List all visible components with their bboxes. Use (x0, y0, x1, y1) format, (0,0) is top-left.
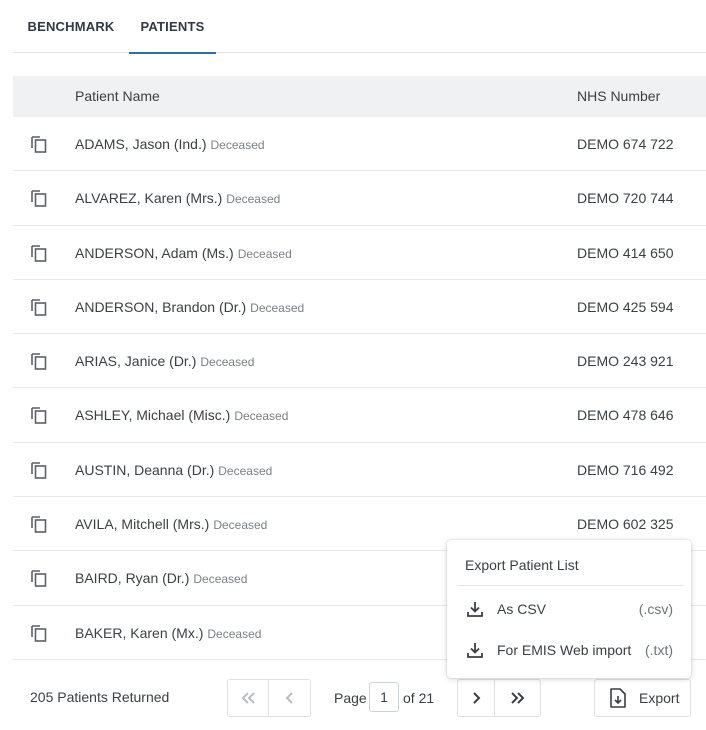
export-emis-extension: (.txt) (645, 642, 673, 658)
chevron-right-icon (473, 692, 481, 704)
column-header-patient-name[interactable]: Patient Name (75, 88, 160, 104)
patient-status: Deceased (210, 138, 265, 152)
patient-name-text: ARIAS, Janice (Dr.) (75, 353, 197, 370)
last-page-button[interactable] (494, 679, 541, 717)
patient-name[interactable]: ASHLEY, Michael (Misc.) Deceased (75, 407, 288, 423)
patient-status: Deceased (226, 192, 281, 207)
next-page-button[interactable] (457, 679, 495, 717)
table-header: Patient Name NHS Number (13, 76, 706, 117)
results-count: 205 Patients Returned (30, 689, 170, 705)
nhs-number: DEMO 716 492 (577, 461, 674, 478)
export-csv-label: As CSV (497, 601, 547, 617)
patient-name[interactable]: BAKER, Karen (Mx.) Deceased (75, 625, 261, 641)
first-page-button[interactable] (227, 679, 269, 717)
patient-name[interactable]: ANDERSON, Adam (Ms.) Deceased (75, 245, 292, 261)
export-csv-item[interactable]: As CSV (.csv) (447, 590, 691, 628)
nhs-number: DEMO 720 744 (577, 190, 674, 207)
patient-name-text: ANDERSON, Adam (Ms.) (75, 244, 234, 261)
patient-status: Deceased (234, 409, 289, 424)
export-csv-extension: (.csv) (638, 601, 673, 617)
patient-status: Deceased (193, 572, 248, 587)
patient-name-text: AUSTIN, Deanna (Dr.) (75, 461, 215, 478)
patient-name-text: ALVAREZ, Karen (Mrs.) (75, 190, 223, 207)
double-chevron-right-icon (510, 692, 524, 704)
patient-name[interactable]: ALVAREZ, Karen (Mrs.) Deceased (75, 190, 280, 206)
download-icon (467, 643, 483, 658)
copy-icon[interactable] (29, 568, 49, 588)
chevron-left-icon (285, 692, 293, 704)
export-menu: Export Patient List As CSV (.csv) For EM… (447, 540, 691, 678)
copy-icon[interactable] (29, 134, 49, 154)
copy-icon[interactable] (29, 297, 49, 317)
patient-status: Deceased (250, 300, 305, 315)
table-row[interactable]: ARIAS, Janice (Dr.) Deceased DEMO 243 921 (13, 334, 706, 389)
patient-name[interactable]: BAIRD, Ryan (Dr.) Deceased (75, 570, 247, 586)
export-menu-title: Export Patient List (465, 557, 579, 573)
export-emis-label: For EMIS Web import (497, 642, 632, 658)
patient-name-text: AVILA, Mitchell (Mrs.) (75, 516, 210, 533)
export-button[interactable]: Export (594, 679, 691, 717)
patient-name[interactable]: AUSTIN, Deanna (Dr.) Deceased (75, 462, 272, 478)
tab-benchmark[interactable]: BENCHMARK (13, 0, 129, 53)
copy-icon[interactable] (29, 351, 49, 371)
patient-name[interactable]: AVILA, Mitchell (Mrs.) Deceased (75, 516, 267, 532)
column-header-nhs-number[interactable]: NHS Number (577, 88, 660, 104)
previous-page-button[interactable] (268, 679, 311, 717)
patient-name[interactable]: ADAMS, Jason (Ind.) Deceased (75, 136, 265, 152)
page-total-label: of 21 (403, 690, 435, 706)
page-label: Page (334, 690, 367, 706)
nhs-number: DEMO 425 594 (577, 298, 674, 315)
double-chevron-left-icon (241, 692, 255, 704)
copy-icon[interactable] (29, 405, 49, 425)
table-row[interactable]: AUSTIN, Deanna (Dr.) Deceased DEMO 716 492 (13, 443, 706, 498)
patient-name-text: BAKER, Karen (Mx.) (75, 624, 204, 641)
patient-status: Deceased (218, 463, 273, 478)
copy-icon[interactable] (29, 460, 49, 480)
patient-name-text: ADAMS, Jason (Ind.) (75, 136, 207, 152)
export-emis-item[interactable]: For EMIS Web import (.txt) (447, 631, 691, 669)
export-button-label: Export (639, 690, 680, 706)
table-row[interactable]: ANDERSON, Adam (Ms.) Deceased DEMO 414 650 (13, 226, 706, 280)
patient-name-text: ANDERSON, Brandon (Dr.) (75, 298, 247, 315)
page-number-input[interactable] (369, 682, 399, 712)
copy-icon[interactable] (29, 623, 49, 643)
nhs-number: DEMO 674 722 (577, 136, 674, 152)
patient-name[interactable]: ANDERSON, Brandon (Dr.) Deceased (75, 299, 304, 315)
tab-bar: BENCHMARK PATIENTS (13, 0, 706, 54)
copy-icon[interactable] (29, 514, 49, 534)
tab-patients[interactable]: PATIENTS (129, 0, 216, 54)
nhs-number: DEMO 414 650 (577, 244, 674, 261)
patient-status: Deceased (207, 626, 262, 641)
table-footer: 205 Patients Returned Page of 21 Export (13, 676, 706, 720)
patient-name[interactable]: ARIAS, Janice (Dr.) Deceased (75, 353, 254, 369)
download-icon (467, 602, 483, 617)
patient-status: Deceased (200, 355, 255, 370)
table-row[interactable]: ADAMS, Jason (Ind.) Deceased DEMO 674 722 (13, 117, 706, 172)
table-row[interactable]: ALVAREZ, Karen (Mrs.) Deceased DEMO 720 74… (13, 171, 706, 226)
copy-icon[interactable] (29, 243, 49, 263)
nhs-number: DEMO 478 646 (577, 407, 674, 424)
nhs-number: DEMO 602 325 (577, 516, 674, 533)
patient-status: Deceased (237, 246, 292, 261)
table-row[interactable]: ANDERSON, Brandon (Dr.) Deceased DEMO 425 … (13, 280, 706, 335)
menu-divider (457, 585, 683, 586)
table-row[interactable]: ASHLEY, Michael (Misc.) Deceased DEMO 478 … (13, 388, 706, 443)
patient-name-text: BAIRD, Ryan (Dr.) (75, 570, 190, 587)
nhs-number: DEMO 243 921 (577, 353, 674, 370)
patient-status: Deceased (213, 518, 268, 533)
copy-icon[interactable] (29, 188, 49, 208)
patient-name-text: ASHLEY, Michael (Misc.) (75, 407, 231, 424)
file-download-icon (610, 688, 626, 708)
